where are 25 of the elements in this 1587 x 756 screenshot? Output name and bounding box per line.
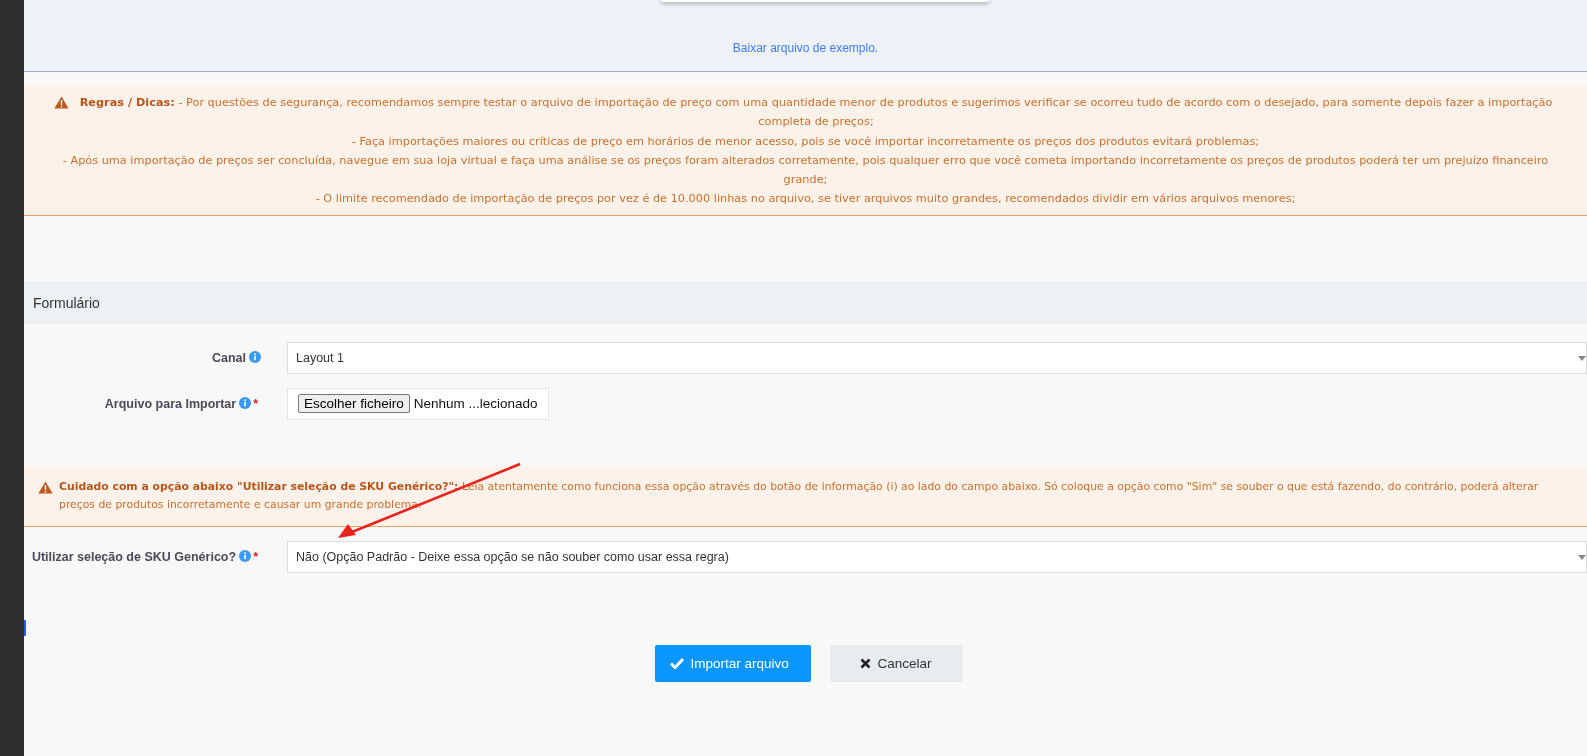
required-mark: * xyxy=(253,396,258,411)
download-link[interactable]: Baixar arquivo de exemplo. xyxy=(732,41,879,55)
alert-text: - Após uma importação de preços ser concluída, navegue em sua loja virtual e faça uma análise se os preços foram alterados corretamente, pois qualquer erro que você cometa importando incorretamente os preços de produtos poderá ter um prejuízo financeiro grande; xyxy=(61,152,1550,189)
info-icon[interactable] xyxy=(249,350,261,363)
field-label: Canal xyxy=(211,350,246,365)
file-name: Nenhum ...lecionado xyxy=(413,396,538,412)
select-field[interactable]: Não (Opção Padrão - Deixe essa opção se não souber como usar essa regra) xyxy=(287,540,1587,573)
section-title: Formulário xyxy=(33,294,100,311)
file-field[interactable]: Escolher ficheiro Nenhum ...lecionado xyxy=(287,387,549,420)
field-label: Arquivo para Importar xyxy=(104,396,237,411)
select-field[interactable]: Layout 1 xyxy=(287,341,1587,374)
choose-file-button[interactable]: Escolher ficheiro xyxy=(298,394,410,414)
cancel-button[interactable]: Cancelar xyxy=(829,644,963,682)
warning-icon xyxy=(38,480,53,494)
info-icon[interactable] xyxy=(239,549,252,562)
alert-text: - Faça importações maiores ou críticas de preço em horários de menor acesso, pois se você importar incorretamente os preços dos produtos evitará problemas; xyxy=(350,133,1261,150)
warning-icon xyxy=(54,96,69,109)
required-mark: * xyxy=(253,549,258,564)
focus-marker xyxy=(24,619,26,636)
close-icon xyxy=(859,657,871,669)
field-label: Utilizar seleção de SKU Genérico? xyxy=(31,549,237,564)
check-icon xyxy=(669,657,684,670)
alert-text: Regras / Dicas: - Por questões de segurança, recomendamos sempre testar o arquivo de importação de preço com uma quantidade menor de produtos e sugerimos verificar se ocorreu tudo de acordo com o desejado, para somente depois fazer a importação completa de preços; xyxy=(78,95,1554,131)
alert-text: - O limite recomendado de importação de preços por vez é de 10.000 linhas no arquivo, se tiver arquivos muito grandes, recomendados dividir em vários arquivos menores; xyxy=(314,191,1297,208)
info-icon[interactable] xyxy=(239,396,252,409)
